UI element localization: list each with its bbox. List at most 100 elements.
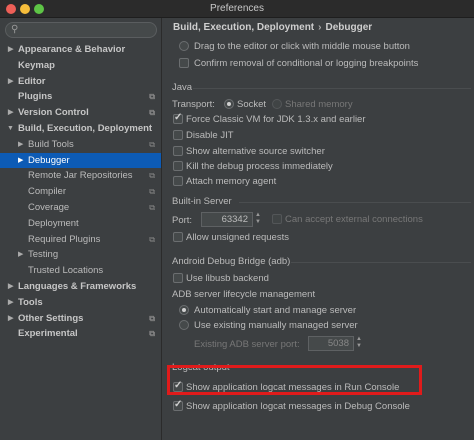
debugger-settings-panel: Build, Execution, Deployment › Debugger Dr… [163,18,474,440]
title-bar: Preferences [0,0,474,18]
chevron-right-icon[interactable]: ▶ [18,137,23,153]
breadcrumb-separator: › [318,22,322,33]
divider [193,88,471,89]
alt-source-switcher-checkbox[interactable] [173,146,183,156]
sidebar-item-label: Trusted Locations [28,265,104,277]
sidebar-item-label: Remote Jar Repositories [28,170,133,182]
sidebar-item-label: Version Control [18,107,89,119]
sidebar-item-label: Languages & Frameworks [18,280,137,292]
sidebar-item-version-control[interactable]: ▶ Version Control ⧉ [0,105,161,121]
chevron-right-icon[interactable]: ▶ [18,247,23,263]
project-settings-icon: ⧉ [149,139,155,149]
port-stepper[interactable]: ▲ ▼ [254,212,262,227]
sidebar-item-coverage[interactable]: Coverage ⧉ [0,200,161,216]
chevron-right-icon[interactable]: ▶ [8,42,13,58]
sidebar-item-label: Testing [28,249,59,261]
sidebar-item-debugger[interactable]: ▶ Debugger [0,152,161,169]
sidebar-item-label: Experimental [18,328,78,340]
chevron-right-icon[interactable]: ▶ [8,74,13,90]
sidebar-item-deployment[interactable]: Deployment [0,216,161,232]
disable-jit-checkbox[interactable] [173,130,183,140]
external-connections-checkbox[interactable] [272,214,282,224]
sidebar-item-build-execution-deployment[interactable]: ▼ Build, Execution, Deployment [0,121,161,137]
sidebar-item-editor[interactable]: ▶ Editor [0,74,161,90]
libusb-checkbox[interactable] [173,273,183,283]
sidebar-item-tools[interactable]: ▶ Tools [0,295,161,311]
shared-memory-radio[interactable] [272,99,282,109]
attach-memory-agent-checkbox[interactable] [173,176,183,186]
project-settings-icon: ⧉ [149,92,155,102]
libusb-label: Use libusb backend [186,273,269,284]
chevron-right-icon[interactable]: ▶ [8,279,13,295]
project-settings-icon: ⧉ [149,171,155,181]
kill-process-checkbox[interactable] [173,161,183,171]
sidebar-item-required-plugins[interactable]: Required Plugins ⧉ [0,232,161,248]
force-classic-vm-checkbox[interactable] [173,112,183,124]
breadcrumb: Build, Execution, Deployment › Debugger [173,22,372,33]
project-settings-icon: ⧉ [149,202,155,212]
sidebar-item-testing[interactable]: ▶ Testing [0,247,161,263]
sidebar-item-trusted-locations[interactable]: Trusted Locations [0,263,161,279]
chevron-right-icon[interactable]: ▶ [8,311,13,327]
shared-memory-label: Shared memory [285,99,353,110]
divider [239,202,471,203]
chevron-right-icon[interactable]: ▶ [8,105,13,121]
sidebar-item-experimental[interactable]: Experimental ⧉ [0,326,161,342]
sidebar-item-label: Compiler [28,186,67,198]
sidebar-item-appearance[interactable]: ▶ Appearance & Behavior [0,42,161,58]
drag-option-radio[interactable] [179,41,189,51]
breadcrumb-parent[interactable]: Build, Execution, Deployment [173,22,314,33]
external-connections-label: Can accept external connections [285,214,423,225]
unsigned-requests-label: Allow unsigned requests [186,232,289,243]
sidebar-item-label: Build Tools [28,138,74,150]
chevron-down-icon[interactable]: ▼ [7,121,14,137]
window-title: Preferences [210,3,264,14]
logcat-run-console-checkbox[interactable] [173,380,183,392]
auto-start-server-radio[interactable] [179,305,189,315]
sidebar-item-build-tools[interactable]: ▶ Build Tools ⧉ [0,137,161,153]
settings-search-input[interactable]: ⚲ [5,22,157,38]
sidebar-item-remote-jar-repositories[interactable]: Remote Jar Repositories ⧉ [0,168,161,184]
confirm-removal-checkbox[interactable] [179,58,189,68]
attach-memory-agent-label: Attach memory agent [186,176,277,187]
project-settings-icon: ⧉ [149,187,155,197]
logcat-run-console-label: Show application logcat messages in Run … [186,382,400,393]
sidebar-item-label: Coverage [28,201,70,213]
sidebar-item-label: Keymap [18,59,55,71]
sidebar-item-label: Editor [18,75,46,87]
project-settings-icon: ⧉ [149,108,155,118]
force-classic-vm-label: Force Classic VM for JDK 1.3.x and earli… [186,114,366,125]
existing-port-stepper[interactable]: ▲ ▼ [355,336,363,351]
sidebar-item-keymap[interactable]: Keymap [0,58,161,74]
search-icon: ⚲ [11,24,19,35]
breadcrumb-current: Debugger [325,22,373,33]
sidebar-item-other-settings[interactable]: ▶ Other Settings ⧉ [0,311,161,327]
sidebar-item-label: Build, Execution, Deployment [18,122,153,134]
auto-start-server-label: Automatically start and manage server [194,305,357,316]
sidebar-item-compiler[interactable]: Compiler ⧉ [0,184,161,200]
project-settings-icon: ⧉ [149,234,155,244]
sidebar-item-label: Appearance & Behavior [18,44,126,55]
disable-jit-label: Disable JIT [186,130,234,141]
existing-port-input[interactable]: 5038 [308,336,354,351]
adb-section-title: Android Debug Bridge (adb) [172,256,291,267]
socket-radio[interactable] [224,99,234,109]
confirm-removal-label: Confirm removal of conditional or loggin… [194,58,419,69]
sidebar-item-label: Debugger [28,154,70,166]
port-input[interactable]: 63342 [201,212,253,227]
kill-process-label: Kill the debug process immediately [186,161,333,172]
chevron-right-icon[interactable]: ▶ [18,153,23,169]
project-settings-icon: ⧉ [149,329,155,339]
port-label: Port: [172,215,193,226]
sidebar-item-plugins[interactable]: Plugins ⧉ [0,89,161,105]
settings-sidebar: ⚲ ▶ Appearance & Behavior Keymap ▶ Edito… [0,18,162,440]
logcat-debug-console-checkbox[interactable] [173,399,183,411]
chevron-right-icon[interactable]: ▶ [8,295,13,311]
sidebar-item-label: Plugins [18,91,53,103]
transport-label: Transport: [172,99,215,110]
sidebar-item-languages-frameworks[interactable]: ▶ Languages & Frameworks [0,279,161,295]
logcat-debug-console-label: Show application logcat messages in Debu… [186,401,410,412]
existing-port-label: Existing ADB server port: [194,339,300,350]
existing-server-radio[interactable] [179,320,189,330]
unsigned-requests-checkbox[interactable] [173,232,183,242]
